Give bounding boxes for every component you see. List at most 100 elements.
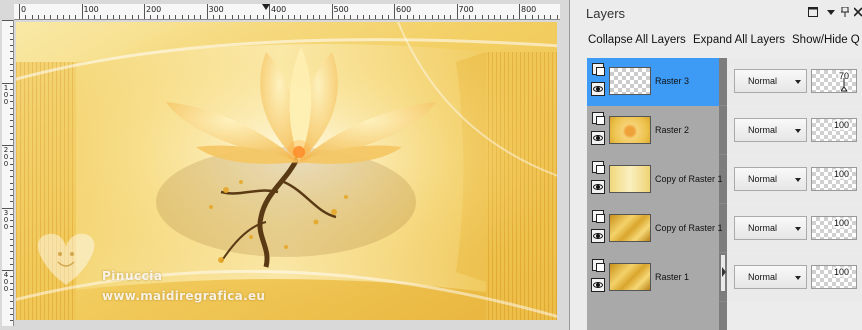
ruler-tick bbox=[10, 126, 13, 128]
opacity-value: 100 bbox=[832, 218, 850, 228]
ruler-tick bbox=[212, 15, 214, 19]
ruler-tick bbox=[494, 15, 495, 19]
blend-mode-value: Normal bbox=[748, 76, 778, 86]
layer-thumbnail bbox=[609, 116, 651, 144]
ruler-tick bbox=[10, 88, 13, 90]
ruler-tick bbox=[375, 15, 377, 19]
ruler-tick bbox=[506, 15, 508, 19]
pin-icon[interactable] bbox=[841, 6, 849, 20]
layer-row-raster-2[interactable]: Raster 2 Normal 100 bbox=[587, 107, 862, 155]
opacity-slider[interactable]: 100 bbox=[811, 118, 857, 142]
dropdown-arrow-icon[interactable] bbox=[827, 7, 835, 20]
opacity-slider[interactable]: 100 bbox=[811, 167, 857, 191]
ruler-tick bbox=[137, 15, 139, 19]
image-canvas[interactable]: Pinuccia www.maidiregrafica.eu bbox=[16, 22, 557, 320]
ruler-label: 700 bbox=[458, 5, 474, 14]
ruler-tick bbox=[10, 95, 13, 96]
palette-titlebar[interactable]: Layers bbox=[583, 0, 862, 28]
visibility-eye-icon[interactable] bbox=[591, 278, 605, 292]
ruler-tick bbox=[162, 15, 164, 19]
blend-mode-dropdown[interactable]: Normal bbox=[734, 265, 807, 289]
horizontal-ruler[interactable]: 0 100 200 300 400 500 600 700 800 bbox=[14, 4, 560, 20]
layer-type-icon bbox=[592, 259, 605, 272]
ruler-tick bbox=[10, 307, 13, 309]
layer-row-raster-3[interactable]: Raster 3 Normal 70 bbox=[587, 58, 862, 106]
palette-title: Layers bbox=[586, 6, 626, 21]
ruler-tick bbox=[10, 157, 13, 159]
ruler-tick bbox=[306, 15, 308, 19]
chevron-down-icon bbox=[795, 178, 801, 182]
ruler-tick bbox=[25, 15, 27, 19]
layer-type-icon bbox=[592, 112, 605, 125]
close-icon[interactable] bbox=[853, 7, 862, 20]
expand-all-layers-button[interactable]: Expand All Layers bbox=[693, 34, 785, 46]
ruler-tick bbox=[294, 15, 295, 19]
ruler-tick bbox=[500, 15, 502, 19]
show-hide-button[interactable]: Show/Hide Q bbox=[792, 34, 860, 46]
collapse-all-layers-button[interactable]: Collapse All Layers bbox=[588, 34, 686, 46]
ruler-tick bbox=[525, 15, 527, 19]
ruler-tick bbox=[256, 15, 258, 19]
layer-name-cell[interactable]: Raster 3 bbox=[587, 58, 719, 106]
blend-mode-dropdown[interactable]: Normal bbox=[734, 69, 807, 93]
layer-name-cell[interactable]: Copy of Raster 1 bbox=[587, 205, 723, 253]
layer-row-raster-1[interactable]: Raster 1 Normal 100 bbox=[587, 254, 862, 302]
ruler-tick bbox=[10, 182, 13, 184]
ruler-tick bbox=[287, 15, 289, 19]
ruler-tick bbox=[10, 170, 13, 171]
ruler-tick bbox=[487, 15, 489, 19]
maximize-icon[interactable] bbox=[808, 7, 818, 20]
opacity-slider[interactable]: 70 bbox=[811, 69, 857, 93]
slider-pointer-icon[interactable] bbox=[841, 78, 847, 92]
ruler-tick bbox=[106, 15, 108, 19]
ruler-tick bbox=[381, 15, 383, 19]
blend-mode-dropdown[interactable]: Normal bbox=[734, 167, 807, 191]
layer-properties: Normal 100 bbox=[727, 107, 862, 155]
layer-name-cell[interactable]: Copy of Raster 1 bbox=[587, 156, 723, 204]
ruler-tick bbox=[62, 15, 64, 19]
ruler-tick bbox=[10, 320, 13, 321]
ruler-label: 200 bbox=[146, 5, 162, 14]
ruler-tick bbox=[300, 15, 302, 19]
layer-name-cell[interactable]: Raster 2 bbox=[587, 107, 719, 155]
chevron-down-icon bbox=[795, 129, 801, 133]
layer-thumbnail bbox=[609, 67, 651, 95]
ruler-tick bbox=[10, 251, 13, 253]
ruler-tick bbox=[356, 15, 358, 19]
ruler-tick bbox=[50, 15, 52, 19]
layer-row-copy-of-raster-1-a[interactable]: Copy of Raster 1 Normal 100 bbox=[587, 156, 862, 204]
ruler-tick bbox=[175, 15, 177, 19]
ruler-tick bbox=[412, 15, 414, 19]
visibility-eye-icon[interactable] bbox=[591, 131, 605, 145]
blend-mode-dropdown[interactable]: Normal bbox=[734, 118, 807, 142]
vertical-ruler[interactable]: 1 0 0 2 0 0 3 0 0 4 0 0 bbox=[2, 20, 14, 326]
opacity-slider[interactable]: 100 bbox=[811, 216, 857, 240]
blend-mode-value: Normal bbox=[748, 272, 778, 282]
ruler-tick bbox=[10, 195, 13, 196]
blend-mode-dropdown[interactable]: Normal bbox=[734, 216, 807, 240]
visibility-eye-icon[interactable] bbox=[591, 180, 605, 194]
ruler-tick bbox=[387, 15, 389, 19]
layer-name-cell[interactable]: Raster 1 bbox=[587, 254, 719, 302]
ruler-tick bbox=[537, 15, 539, 19]
opacity-slider[interactable]: 100 bbox=[811, 265, 857, 289]
ruler-label: 800 bbox=[521, 5, 537, 14]
ruler-tick bbox=[10, 257, 13, 259]
watermark: Pinuccia www.maidiregrafica.eu bbox=[44, 252, 284, 320]
ruler-tick bbox=[281, 15, 283, 19]
ruler-tick bbox=[419, 15, 420, 19]
layer-row-copy-of-raster-1-b[interactable]: Copy of Raster 1 Normal 100 bbox=[587, 205, 862, 253]
layer-name: Raster 2 bbox=[655, 125, 690, 135]
ruler-tick bbox=[219, 15, 220, 19]
ruler-tick bbox=[400, 15, 402, 19]
ruler-tick bbox=[231, 15, 233, 19]
ruler-tick bbox=[10, 213, 13, 215]
ruler-tick bbox=[10, 201, 13, 203]
ruler-tick bbox=[10, 245, 13, 246]
ruler-tick bbox=[169, 15, 170, 19]
ruler-label: 2 0 0 bbox=[3, 146, 9, 168]
ruler-tick bbox=[262, 15, 264, 19]
visibility-eye-icon[interactable] bbox=[591, 82, 605, 96]
ruler-tick bbox=[325, 15, 327, 19]
visibility-eye-icon[interactable] bbox=[591, 229, 605, 243]
